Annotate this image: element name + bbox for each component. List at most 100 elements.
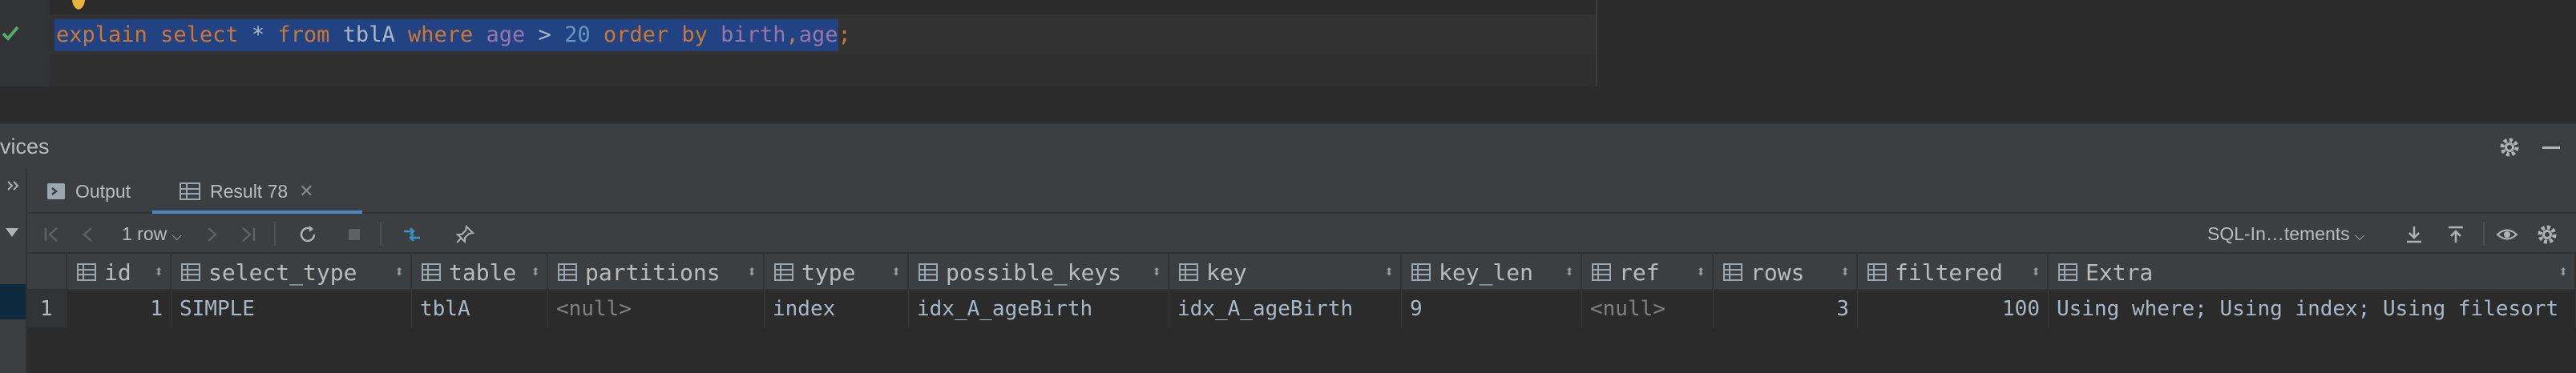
first-page-icon[interactable] [40,223,63,246]
table-cell[interactable]: 3 [1714,291,1858,327]
refresh-icon[interactable] [297,223,319,246]
table-cell[interactable]: Using where; Using index; Using filesort [2049,291,2576,327]
result-toolbar: 1 row ⌵ SQL-In…tements ⌵ [27,214,2576,254]
sort-icon[interactable]: ⬍ [394,262,404,281]
download-icon[interactable] [2403,223,2425,246]
column-header[interactable]: ref ⬍ [1582,254,1714,291]
sql-editor[interactable]: explain select * from tblA where age > 2… [0,0,2576,122]
table-cell[interactable]: SIMPLE [172,291,412,327]
services-title: vices [0,134,50,158]
next-page-icon[interactable] [200,223,223,246]
column-header[interactable]: Extra ⬍ [2049,254,2576,291]
column-header-label: key [1206,259,1247,286]
sql-token: , [785,22,799,47]
column-header[interactable]: partitions ⬍ [548,254,765,291]
pin-icon[interactable] [454,223,476,246]
gear-icon[interactable] [2497,135,2521,159]
extractor-label: SQL-In…tements [2207,223,2350,244]
sort-icon[interactable]: ⬍ [891,262,901,281]
column-header-label: type [801,259,856,286]
chevron-down-icon: ⌵ [172,230,182,243]
column-icon [2058,263,2077,281]
tab-output[interactable]: Output [46,169,131,214]
sql-token: order by [603,22,708,47]
column-icon [919,263,938,281]
sql-token: age [798,22,838,47]
sort-icon[interactable]: ⬍ [1384,262,1394,281]
sql-token: age [486,22,526,47]
column-header[interactable]: id ⬍ [67,254,172,291]
sort-icon[interactable]: ⬍ [1152,262,1161,281]
extractor-dropdown[interactable]: SQL-In…tements ⌵ [2207,214,2364,254]
close-icon[interactable]: ✕ [299,181,313,202]
column-header[interactable]: select_type ⬍ [172,254,412,291]
sql-statement[interactable]: explain select * from tblA where age > 2… [56,21,851,50]
row-number-header [27,254,67,291]
table-cell[interactable]: 9 [1402,291,1582,327]
column-header-label: filtered [1895,259,2003,286]
table-row[interactable]: 1 1 SIMPLE tblA <null> index idx_A_ageBirth id… [27,291,2576,327]
table-cell[interactable]: 100 [1858,291,2049,327]
settings-icon[interactable] [2536,223,2558,246]
sort-icon[interactable]: ⬍ [2031,262,2041,281]
last-page-icon[interactable] [237,223,260,246]
sql-token: * [238,22,278,47]
column-header[interactable]: filtered ⬍ [1858,254,2049,291]
column-header[interactable]: key ⬍ [1169,254,1402,291]
check-icon [2,26,19,41]
table-cell[interactable]: <null> [548,291,765,327]
column-header-label: ref [1619,259,1660,286]
tab-result[interactable]: Result 78 ✕ [168,169,325,214]
column-header[interactable]: table ⬍ [412,254,548,291]
double-chevron-right-icon[interactable] [5,177,22,195]
column-header-label: partitions [585,259,721,286]
sort-icon[interactable]: ⬍ [531,262,540,281]
lightbulb-icon[interactable] [69,0,88,13]
result-grid[interactable]: id ⬍ select_type ⬍ table ⬍ partitions ⬍ type ⬍ pos… [27,254,2576,373]
column-header[interactable]: type ⬍ [765,254,909,291]
sort-icon[interactable]: ⬍ [1840,262,1850,281]
eye-icon[interactable] [2496,223,2518,246]
table-cell[interactable]: 1 [67,291,172,327]
column-header[interactable]: possible_keys ⬍ [909,254,1169,291]
sql-token: from [277,22,330,47]
column-header[interactable]: key_len ⬍ [1402,254,1582,291]
selected-tree-node[interactable] [0,284,26,319]
console-icon [47,183,65,199]
stop-icon[interactable] [343,223,365,246]
column-icon [1867,263,1887,281]
sql-token: 20 [564,22,591,47]
column-icon [1411,263,1431,281]
table-cell[interactable]: idx_A_ageBirth [1169,291,1402,327]
column-header-label: id [104,259,131,286]
column-icon [77,263,96,281]
upload-icon[interactable] [2445,223,2467,246]
triangle-down-icon[interactable] [3,223,21,241]
sort-icon[interactable]: ⬍ [747,262,757,281]
column-header-label: rows [1750,259,1805,286]
sort-icon[interactable]: ⬍ [154,262,164,281]
column-icon [422,263,441,281]
right-margin-guide [1596,0,1597,86]
toolbar-separator [2483,222,2485,246]
column-header[interactable]: rows ⬍ [1714,254,1858,291]
column-icon [774,263,793,281]
table-icon [180,182,200,200]
sort-icon[interactable]: ⬍ [1696,262,1706,281]
sql-token: ; [838,22,851,47]
row-count-dropdown[interactable]: 1 row ⌵ [122,214,182,254]
minimize-icon[interactable] [2539,135,2563,159]
table-cell[interactable]: idx_A_ageBirth [909,291,1169,327]
sort-icon[interactable]: ⬍ [1565,262,1574,281]
row-number[interactable]: 1 [27,291,67,327]
column-header-label: table [449,259,517,286]
table-cell[interactable]: index [765,291,909,327]
compare-icon[interactable] [401,223,423,246]
table-cell[interactable]: tblA [412,291,548,327]
table-cell[interactable]: <null> [1582,291,1714,327]
sort-icon[interactable]: ⬍ [2558,262,2568,281]
previous-page-icon[interactable] [77,223,99,246]
